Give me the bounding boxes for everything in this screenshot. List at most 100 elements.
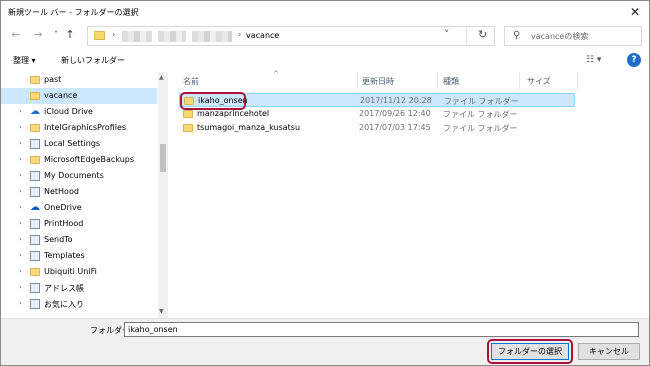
breadcrumb-separator-icon[interactable]: ›	[238, 30, 241, 39]
tree-item[interactable]: vacance	[1, 88, 157, 104]
expand-chevron-icon[interactable]: ›	[19, 283, 22, 291]
tree-item-label: Ubiquiti UniFi	[44, 267, 97, 276]
redacted-path	[122, 31, 152, 42]
expand-chevron-icon[interactable]: ›	[19, 139, 22, 147]
expand-chevron-icon[interactable]: ›	[19, 155, 22, 163]
folder-icon	[183, 110, 193, 118]
tree-item-label: SendTo	[44, 235, 73, 244]
organize-button[interactable]: 整理 ▾	[13, 55, 36, 66]
tree-item[interactable]: › アドレス帳	[1, 280, 157, 296]
tree-item-label: NetHood	[44, 187, 79, 196]
tree-item-label: iCloud Drive	[44, 107, 93, 116]
tree-item[interactable]: › MicrosoftEdgeBackups	[1, 152, 157, 168]
column-header-name-label: 名前	[183, 77, 199, 86]
tree-item-label: My Documents	[44, 171, 104, 180]
list-item-date: 2017/07/03 17:45	[359, 123, 431, 132]
view-options-icon[interactable]: ☷ ▾	[586, 55, 601, 65]
tree-item[interactable]: › Ubiquiti UniFi	[1, 264, 157, 280]
search-icon: ⚲	[513, 30, 521, 41]
expand-chevron-icon[interactable]: ›	[19, 171, 22, 179]
dialog-footer: フォルダー: フォルダーの選択 キャンセル	[1, 318, 649, 365]
tree-item[interactable]: › Local Settings	[1, 136, 157, 152]
tree-item[interactable]: › ☁ OneDrive	[1, 200, 157, 216]
favorites-icon	[30, 299, 40, 309]
close-icon[interactable]: ✕	[627, 4, 643, 20]
tree-item[interactable]: › PrintHood	[1, 216, 157, 232]
column-header-size[interactable]: サイズ	[521, 72, 581, 89]
expand-chevron-icon[interactable]: ›	[19, 267, 22, 275]
folder-name-input[interactable]	[124, 322, 639, 337]
tree-item[interactable]: › IntelGraphicsProfiles	[1, 120, 157, 136]
folder-icon	[30, 156, 40, 164]
tree-item-label: past	[44, 75, 62, 84]
tree-item[interactable]: › SendTo	[1, 232, 157, 248]
shortcut-icon	[30, 219, 40, 229]
shortcut-icon	[30, 251, 40, 261]
search-input-placeholder[interactable]: vacanceの検索	[531, 31, 588, 42]
back-arrow-icon[interactable]: ←	[9, 28, 23, 42]
tree-item[interactable]: past	[1, 72, 157, 88]
shortcut-icon	[30, 171, 40, 181]
list-item-name: manzaprincehotel	[197, 109, 270, 118]
breadcrumb-vacance[interactable]: vacance	[246, 31, 279, 40]
highlight-annotation	[180, 92, 246, 110]
tree-item-label: OneDrive	[44, 203, 82, 212]
command-toolbar: 整理 ▾ 新しいフォルダー ☷ ▾ ?	[1, 50, 649, 72]
cloud-icon: ☁	[30, 106, 40, 117]
refresh-icon[interactable]: ↻	[478, 28, 487, 41]
tree-item[interactable]: › My Documents	[1, 168, 157, 184]
scroll-down-icon[interactable]: ▼	[159, 308, 164, 315]
expand-chevron-icon[interactable]: ›	[19, 187, 22, 195]
navigation-bar: ← → ˅ ↑ › › vacance ˅ ↻ ⚲ vacanceの検索	[1, 23, 649, 49]
highlight-annotation	[487, 339, 573, 364]
address-bar[interactable]: › › vacance ˅ ↻	[87, 26, 495, 46]
scroll-up-icon[interactable]: ▲	[159, 74, 164, 81]
tree-item[interactable]: › お気に入り	[1, 296, 157, 312]
redacted-path	[192, 31, 232, 42]
forward-arrow-icon[interactable]: →	[31, 28, 45, 42]
recent-locations-icon[interactable]: ˅	[49, 28, 63, 42]
column-divider[interactable]	[577, 72, 578, 89]
expand-chevron-icon[interactable]: ›	[19, 107, 22, 115]
column-divider[interactable]	[357, 72, 358, 89]
expand-chevron-icon[interactable]: ›	[19, 219, 22, 227]
column-header-type-label: 種類	[443, 77, 459, 86]
shortcut-icon	[30, 187, 40, 197]
tree-item[interactable]: › ☁ iCloud Drive	[1, 104, 157, 120]
list-item[interactable]: tsumagoi_manza_kusatsu 2017/07/03 17:45 ファ…	[179, 121, 575, 135]
column-header-type[interactable]: 種類	[439, 72, 523, 89]
shortcut-icon	[30, 139, 40, 149]
column-divider[interactable]	[437, 72, 438, 89]
expand-chevron-icon[interactable]: ›	[19, 251, 22, 259]
cloud-icon: ☁	[30, 202, 40, 213]
shortcut-icon	[30, 235, 40, 245]
scrollbar-thumb[interactable]	[160, 144, 166, 172]
list-item-name: tsumagoi_manza_kusatsu	[197, 123, 301, 132]
file-list: 名前 ^ 更新日時 種類 サイズ ikaho_onsen 2017/11/12 2…	[169, 70, 649, 318]
column-header-size-label: サイズ	[527, 77, 551, 86]
cancel-button[interactable]: キャンセル	[578, 343, 640, 360]
new-folder-button[interactable]: 新しいフォルダー	[61, 55, 125, 66]
tree-item-label: IntelGraphicsProfiles	[44, 123, 127, 132]
search-box[interactable]: ⚲ vacanceの検索	[504, 26, 642, 46]
tree-item-label: MicrosoftEdgeBackups	[44, 155, 135, 164]
folder-icon	[30, 124, 40, 132]
expand-chevron-icon[interactable]: ›	[19, 299, 22, 307]
chevron-down-icon[interactable]: ˅	[444, 28, 450, 41]
expand-chevron-icon[interactable]: ›	[19, 123, 22, 131]
column-header-date[interactable]: 更新日時	[359, 72, 443, 89]
navigation-tree: past vacance › ☁ iCloud Drive › IntelGraphicsP…	[1, 72, 168, 318]
column-divider[interactable]	[519, 72, 520, 89]
help-icon[interactable]: ?	[627, 53, 641, 67]
tree-item[interactable]: › Templates	[1, 248, 157, 264]
breadcrumb-separator-icon[interactable]: ›	[112, 30, 115, 39]
tree-scrollbar[interactable]: ▲ ▼	[158, 72, 168, 318]
up-arrow-icon[interactable]: ↑	[63, 28, 77, 42]
expand-chevron-icon[interactable]: ›	[19, 203, 22, 211]
folder-icon	[30, 92, 40, 100]
tree-item[interactable]: › NetHood	[1, 184, 157, 200]
folder-icon	[30, 268, 40, 276]
expand-chevron-icon[interactable]: ›	[19, 235, 22, 243]
column-header-name[interactable]: 名前 ^	[179, 70, 359, 89]
redacted-path	[158, 31, 186, 42]
